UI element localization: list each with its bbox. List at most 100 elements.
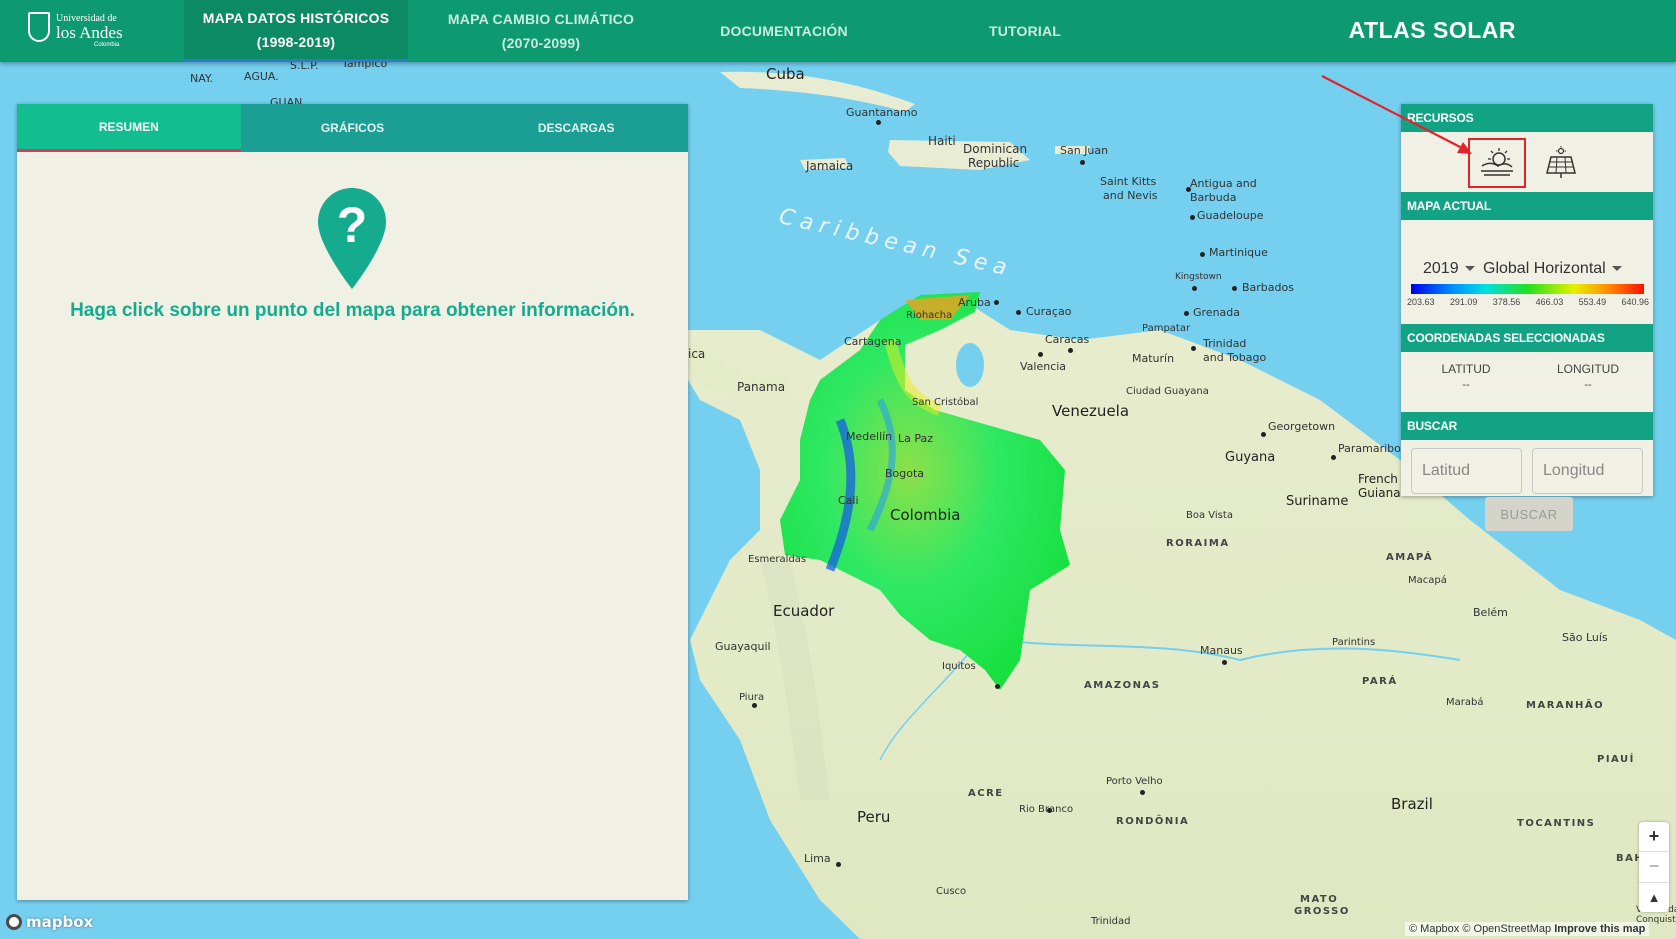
tab-documentation[interactable]: DOCUMENTACIÓN: [700, 0, 868, 62]
tab-historical-map-line1: MAPA DATOS HISTÓRICOS: [202, 9, 390, 26]
mapbox-icon: [6, 914, 22, 930]
city-dot: [1200, 252, 1205, 257]
map-label: Esmeraldas: [748, 554, 807, 565]
map-label: Aruba: [958, 296, 991, 309]
map-label: Bogota: [885, 467, 925, 480]
city-dot: [1047, 808, 1052, 813]
map-label: San Cristóbal: [912, 397, 979, 408]
map-label: Trinidad: [1091, 916, 1131, 927]
city-dot: [1331, 455, 1336, 460]
map-label: Lima: [804, 852, 831, 865]
map-label: Cartagena: [844, 335, 902, 348]
tab-historical-map-line2: (1998-2019): [256, 33, 336, 50]
map-label: TOCANTINS: [1517, 818, 1596, 829]
improve-map-link[interactable]: Improve this map: [1554, 923, 1645, 935]
mapbox-logo[interactable]: mapbox: [6, 913, 93, 931]
map-label: Guantanamo: [846, 106, 918, 119]
compass-button[interactable]: ▲: [1639, 883, 1669, 912]
resources-header: RECURSOS: [1401, 104, 1653, 132]
variable-select-value: Global Horizontal: [1483, 260, 1606, 277]
map-label: AGUA.: [244, 70, 279, 83]
info-message: Haga click sobre un punto del mapa para …: [70, 300, 635, 321]
tab-descargas[interactable]: DESCARGAS: [464, 104, 688, 152]
map-label: Peru: [857, 808, 891, 826]
logo-line-3: Colombia: [94, 42, 120, 48]
map-label: Guadeloupe: [1197, 209, 1264, 222]
latitude-value: --: [1462, 379, 1470, 391]
map-label: MATO: [1300, 894, 1339, 905]
map-label: Panama: [737, 380, 786, 394]
city-dot: [1232, 286, 1237, 291]
solar-panel-button[interactable]: [1543, 144, 1579, 182]
latitude-label: LATITUD: [1441, 362, 1491, 376]
map-label: Venezuela: [1052, 402, 1130, 420]
map-label: ACRE: [968, 788, 1004, 799]
solar-panel-icon: [1546, 146, 1576, 178]
search-button[interactable]: BUSCAR: [1485, 497, 1573, 531]
attribution-text[interactable]: © Mapbox © OpenStreetMap: [1409, 923, 1551, 935]
control-panel: RECURSOS MAPA ACTUAL 2019 Global Horizon…: [1401, 104, 1653, 531]
info-panel-tabs: RESUMEN GRÁFICOS DESCARGAS: [17, 104, 688, 152]
current-map-header: MAPA ACTUAL: [1401, 192, 1653, 220]
map-label: GROSSO: [1294, 906, 1350, 917]
map-label: Guyana: [1225, 450, 1276, 465]
tab-tutorial-label: TUTORIAL: [988, 23, 1062, 39]
map-label: Haiti: [928, 134, 956, 148]
map-label: Boa Vista: [1186, 510, 1233, 521]
zoom-in-button[interactable]: +: [1639, 822, 1669, 853]
map-label: PARÁ: [1362, 676, 1398, 687]
map-label: Martinique: [1209, 246, 1268, 259]
city-dot: [1186, 187, 1191, 192]
map-label: French: [1358, 472, 1398, 486]
longitude-input[interactable]: [1532, 448, 1643, 494]
search-header: BUSCAR: [1401, 412, 1653, 440]
map-label: and Nevis: [1103, 189, 1158, 202]
latitude-readout: LATITUD --: [1411, 362, 1521, 391]
map-label: Dominican: [963, 142, 1028, 156]
map-label: Curaçao: [1026, 305, 1072, 318]
map-label: AMAPÁ: [1386, 552, 1434, 563]
map-label: PIAUÍ: [1597, 754, 1635, 765]
map-label: Georgetown: [1268, 420, 1336, 433]
university-crest-icon: [28, 12, 50, 42]
map-label: São Luís: [1562, 631, 1608, 644]
map-label: Caracas: [1045, 333, 1090, 346]
longitude-value: --: [1584, 379, 1592, 391]
map-label: Colombia: [890, 506, 961, 524]
map-label: San Juan: [1060, 144, 1109, 157]
tab-resumen[interactable]: RESUMEN: [17, 104, 241, 152]
map-label: MARANHÃO: [1526, 700, 1605, 711]
map-label: Pampatar: [1142, 323, 1191, 334]
zoom-out-button[interactable]: −: [1639, 852, 1669, 883]
info-panel: RESUMEN GRÁFICOS DESCARGAS ? Haga click …: [17, 104, 688, 900]
map-label: Republic: [968, 156, 1020, 170]
chevron-down-icon: [1464, 266, 1475, 272]
year-select[interactable]: 2019: [1423, 260, 1475, 278]
tab-tutorial[interactable]: TUTORIAL: [975, 0, 1075, 62]
tab-graficos[interactable]: GRÁFICOS: [241, 104, 465, 152]
map-label: Porto Velho: [1106, 776, 1163, 787]
map-label: Ciudad Guayana: [1126, 386, 1209, 397]
map-label: La Paz: [898, 432, 934, 445]
lake-maracaibo: [956, 343, 984, 387]
city-dot: [1080, 160, 1085, 165]
map-label: Valencia: [1020, 360, 1067, 373]
latitude-input[interactable]: [1411, 448, 1522, 494]
solar-radiation-button[interactable]: [1468, 138, 1526, 188]
variable-select[interactable]: Global Horizontal: [1483, 260, 1622, 278]
chevron-down-icon: [1611, 266, 1622, 272]
question-mark-pin-icon: ?: [318, 188, 386, 289]
map-label: Paramaribo: [1338, 442, 1401, 455]
city-dot: [1068, 348, 1073, 353]
tab-historical-map[interactable]: MAPA DATOS HISTÓRICOS (1998-2019): [184, 0, 408, 62]
tab-climate-change-map[interactable]: MAPA CAMBIO CLIMÁTICO (2070-2099): [430, 0, 652, 62]
city-dot: [1261, 432, 1266, 437]
map-label: Grenada: [1193, 306, 1241, 319]
svg-text:?: ?: [337, 197, 368, 253]
map-label: Ecuador: [773, 602, 835, 620]
color-scale-tick: 378.56: [1492, 297, 1521, 307]
search-section: BUSCAR: [1401, 440, 1653, 552]
university-logo[interactable]: Universidad de los Andes Colombia: [28, 10, 128, 50]
map-label: ica: [688, 347, 706, 361]
city-dot: [1191, 346, 1196, 351]
